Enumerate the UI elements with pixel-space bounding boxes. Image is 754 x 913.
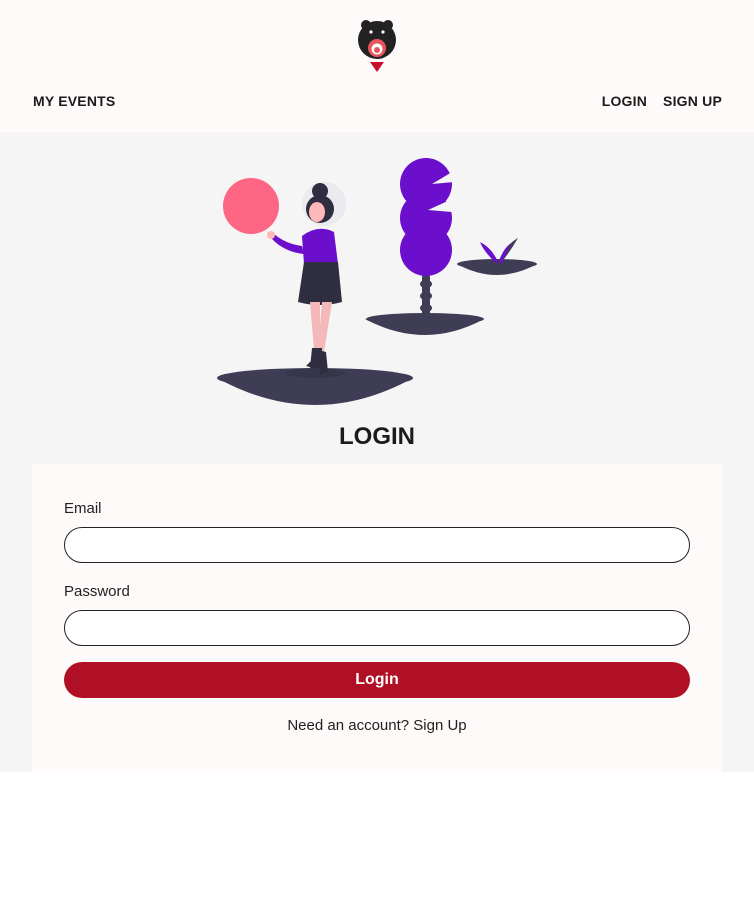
password-field[interactable] bbox=[64, 610, 690, 646]
login-card: Email Password Login Need an account? Si… bbox=[32, 464, 722, 772]
page-title: LOGIN bbox=[339, 423, 415, 450]
login-button[interactable]: Login bbox=[64, 662, 690, 698]
email-field[interactable] bbox=[64, 527, 690, 563]
bear-logo-icon[interactable] bbox=[356, 18, 398, 74]
nav-my-events[interactable]: MY EVENTS bbox=[33, 93, 115, 109]
email-label: Email bbox=[64, 500, 102, 517]
signup-prompt-text: Need an account? bbox=[287, 717, 410, 734]
top-header: MY EVENTS LOGIN SIGN UP bbox=[0, 0, 754, 132]
nav-login[interactable]: LOGIN bbox=[602, 93, 647, 109]
password-label: Password bbox=[64, 583, 130, 600]
nav-signup[interactable]: SIGN UP bbox=[663, 93, 722, 109]
top-nav: LOGIN SIGN UP bbox=[602, 93, 722, 109]
main-content: LOGIN Email Password Login Need an accou… bbox=[0, 132, 754, 772]
signup-prompt: Need an account? Sign Up bbox=[32, 717, 722, 734]
hero-illustration bbox=[217, 158, 537, 405]
signup-link[interactable]: Sign Up bbox=[413, 717, 466, 734]
